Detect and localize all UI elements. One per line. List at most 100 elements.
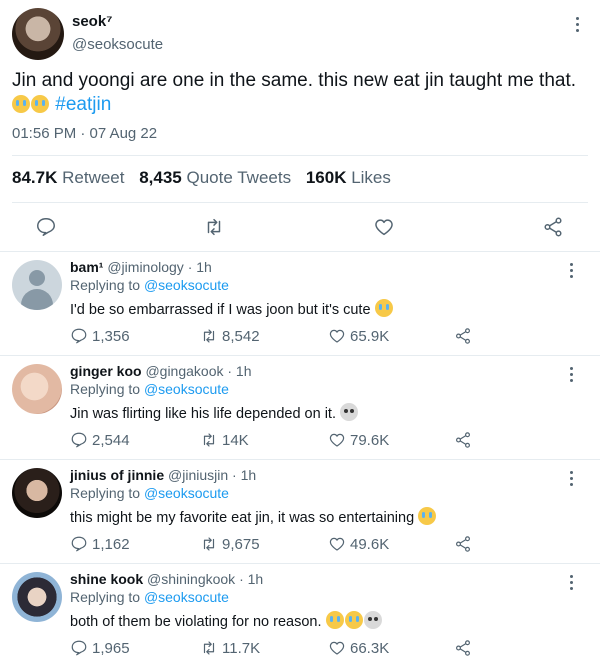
- reply-tweet[interactable]: bam¹ @jiminology · 1h Replying to @seoks…: [0, 251, 600, 355]
- retweet-count: 14K: [222, 431, 249, 449]
- reply-body: this might be my favorite eat jin, it wa…: [70, 510, 415, 526]
- like-action[interactable]: 65.9K: [328, 327, 389, 345]
- reply-action-bar: 2,544 14K 79.6K: [70, 431, 490, 453]
- more-icon[interactable]: [568, 14, 588, 34]
- like-label[interactable]: Likes: [351, 168, 391, 187]
- reply-count: 1,356: [92, 327, 130, 345]
- like-count[interactable]: 160K: [306, 168, 347, 187]
- reply-icon: [71, 640, 87, 656]
- reply-icon[interactable]: [35, 216, 57, 238]
- mention-link[interactable]: @seoksocute: [144, 381, 229, 397]
- replying-label: Replying to: [70, 589, 141, 605]
- like-count: 79.6K: [350, 431, 390, 449]
- like-action[interactable]: 49.6K: [328, 535, 389, 553]
- quote-count[interactable]: 8,435: [139, 168, 182, 187]
- reply-action[interactable]: 1,965: [70, 639, 130, 657]
- avatar[interactable]: [12, 364, 62, 414]
- mention-link[interactable]: @seoksocute: [144, 277, 229, 293]
- retweet-icon: [203, 641, 215, 655]
- reply-text: Jin was flirting like his life depended …: [70, 403, 359, 422]
- avatar[interactable]: [12, 260, 62, 310]
- avatar[interactable]: [12, 468, 62, 518]
- tweet-text: Jin and yoongi are one in the same. this…: [12, 69, 588, 117]
- reply-author-name[interactable]: ginger koo: [70, 363, 142, 379]
- author-handle[interactable]: @seoksocute: [72, 36, 163, 53]
- reply-header: bam¹ @jiminology · 1h: [70, 259, 212, 275]
- reply-action[interactable]: 1,162: [70, 535, 130, 553]
- share-icon[interactable]: [454, 431, 472, 449]
- avatar[interactable]: [12, 572, 62, 622]
- reply-action-bar: 1,162 9,675 49.6K: [70, 535, 490, 557]
- reply-author-handle[interactable]: @shiningkook · 1h: [147, 571, 263, 587]
- retweet-action[interactable]: 9,675: [200, 535, 260, 553]
- share-icon[interactable]: [454, 535, 472, 553]
- avatar[interactable]: [12, 8, 64, 60]
- reply-count: 2,544: [92, 431, 130, 449]
- reply-icon: [71, 432, 87, 448]
- mention-link[interactable]: @seoksocute: [144, 589, 229, 605]
- reply-action[interactable]: 2,544: [70, 431, 130, 449]
- more-icon[interactable]: [562, 468, 582, 488]
- retweet-action[interactable]: 14K: [200, 431, 249, 449]
- divider: [12, 155, 588, 156]
- reply-tweet[interactable]: shine kook @shiningkook · 1h Replying to…: [0, 563, 600, 665]
- main-tweet: seok⁷ @seoksocute Jin and yoongi are one…: [0, 0, 600, 252]
- reply-author-handle[interactable]: @jiniusjin · 1h: [168, 467, 256, 483]
- reply-author-name[interactable]: jinius of jinnie: [70, 467, 164, 483]
- tweet-action-bar: [0, 211, 600, 241]
- retweet-count: 8,542: [222, 327, 260, 345]
- share-icon[interactable]: [454, 327, 472, 345]
- reply-header: shine kook @shiningkook · 1h: [70, 571, 263, 587]
- reply-header: jinius of jinnie @jiniusjin · 1h: [70, 467, 256, 483]
- author-name[interactable]: seok⁷: [72, 13, 112, 30]
- reply-author-handle[interactable]: @jiminology · 1h: [107, 259, 211, 275]
- retweet-label[interactable]: Retweet: [62, 168, 124, 187]
- replying-label: Replying to: [70, 485, 141, 501]
- retweet-count[interactable]: 84.7K: [12, 168, 57, 187]
- reply-text: I'd be so embarrassed if I was joon but …: [70, 299, 394, 318]
- reply-author-handle[interactable]: @gingakook · 1h: [145, 363, 251, 379]
- reply-author-name[interactable]: bam¹: [70, 259, 103, 275]
- like-action[interactable]: 79.6K: [328, 431, 389, 449]
- tweet-timestamp[interactable]: 01:56 PM · 07 Aug 22: [12, 125, 157, 142]
- more-icon[interactable]: [562, 572, 582, 592]
- share-icon[interactable]: [454, 639, 472, 657]
- like-icon: [329, 329, 345, 343]
- tweet-stats: 84.7K Retweet 8,435 Quote Tweets 160K Li…: [12, 168, 401, 188]
- reply-count: 1,965: [92, 639, 130, 657]
- more-icon[interactable]: [562, 364, 582, 384]
- tweet-body: Jin and yoongi are one in the same. this…: [12, 70, 577, 91]
- replying-to: Replying to @seoksocute: [70, 381, 229, 397]
- retweet-icon: [203, 433, 215, 447]
- retweet-action[interactable]: 8,542: [200, 327, 260, 345]
- reply-header: ginger koo @gingakook · 1h: [70, 363, 252, 379]
- like-icon: [329, 537, 345, 551]
- share-icon[interactable]: [542, 216, 564, 238]
- mention-link[interactable]: @seoksocute: [144, 485, 229, 501]
- replying-to: Replying to @seoksocute: [70, 589, 229, 605]
- reply-tweet[interactable]: ginger koo @gingakook · 1h Replying to @…: [0, 355, 600, 459]
- like-icon: [329, 641, 345, 655]
- crying-emoji: [344, 611, 363, 629]
- quote-label[interactable]: Quote Tweets: [187, 168, 292, 187]
- reply-action-bar: 1,356 8,542 65.9K: [70, 327, 490, 349]
- more-icon[interactable]: [562, 260, 582, 280]
- reply-author-name[interactable]: shine kook: [70, 571, 143, 587]
- like-action[interactable]: 66.3K: [328, 639, 389, 657]
- skull-emoji: [340, 403, 359, 421]
- replying-label: Replying to: [70, 381, 141, 397]
- reply-tweet[interactable]: jinius of jinnie @jiniusjin · 1h Replyin…: [0, 459, 600, 563]
- retweet-action[interactable]: 11.7K: [200, 639, 260, 657]
- replying-to: Replying to @seoksocute: [70, 277, 229, 293]
- crying-emoji: [31, 95, 49, 113]
- crying-emoji: [12, 95, 30, 113]
- reply-action[interactable]: 1,356: [70, 327, 130, 345]
- reply-body: I'd be so embarrassed if I was joon but …: [70, 302, 371, 318]
- like-icon[interactable]: [373, 216, 395, 238]
- reply-text: this might be my favorite eat jin, it wa…: [70, 507, 437, 526]
- hashtag-link[interactable]: #eatjin: [55, 94, 111, 115]
- like-count: 65.9K: [350, 327, 390, 345]
- retweet-icon: [203, 537, 215, 551]
- retweet-icon[interactable]: [203, 216, 225, 238]
- reply-icon: [71, 536, 87, 552]
